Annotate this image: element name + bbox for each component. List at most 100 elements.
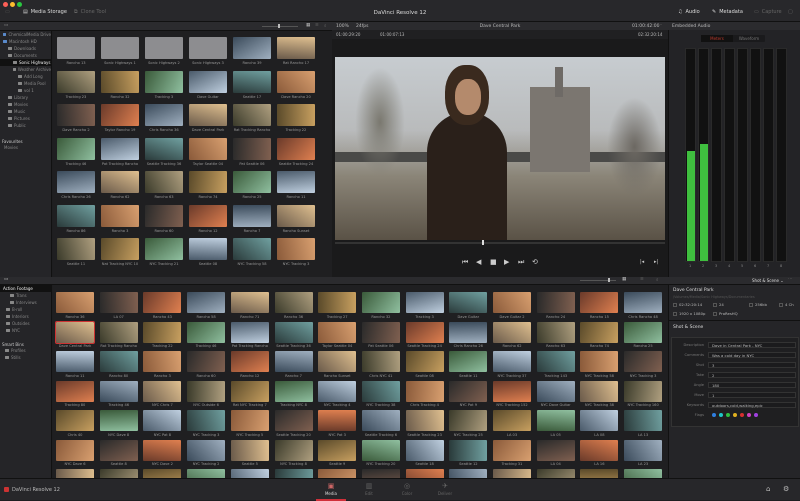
flag-color-button[interactable] <box>719 413 723 417</box>
storage-clip[interactable]: Sonic Highways 2 <box>145 37 183 67</box>
storage-clip[interactable]: Rancho 12 <box>189 204 227 235</box>
metadata-field-description[interactable]: Dave in Central Park - NYC <box>708 342 796 348</box>
flag-color-button[interactable] <box>740 413 744 417</box>
pool-clip[interactable]: NYC Pat 3 <box>318 410 357 439</box>
pool-slider-handle[interactable] <box>608 278 610 282</box>
pool-clip[interactable]: LA 10 <box>580 469 619 478</box>
pool-clip[interactable]: NYC Tracking 8 <box>274 439 313 469</box>
pool-clip[interactable]: NYC Dave 8 <box>99 410 138 439</box>
storage-tree-item[interactable]: Sonic Highways <box>0 59 51 66</box>
pool-clip[interactable]: NYC Tracking 4 <box>318 380 357 410</box>
pool-clip[interactable]: Chris Tracking 4 <box>405 380 444 410</box>
bin-list-toggle-icon[interactable]: ▭ <box>4 277 8 282</box>
pool-clip[interactable]: Rancho 3 <box>143 351 182 380</box>
pool-clip[interactable]: Rancho 24 <box>536 292 575 321</box>
pool-clip[interactable]: Seattle Tracking 24 <box>405 321 444 351</box>
pool-clip[interactable]: NYC Pat 8 <box>143 410 182 439</box>
storage-tree-item[interactable]: Downloads <box>0 45 51 52</box>
pool-clip[interactable]: LA 23 <box>624 439 663 469</box>
pool-clip[interactable]: Rancho 25 <box>624 321 663 351</box>
storage-tree-item[interactable]: vol 1 <box>0 87 51 94</box>
pool-clip[interactable]: NYC Tracking 14 <box>361 469 400 478</box>
pool-clip[interactable]: Seattle 3 <box>143 469 182 478</box>
pool-clip[interactable]: Rancho 80 <box>99 351 138 380</box>
tab-media[interactable]: ▣ Media <box>316 482 346 501</box>
storage-clip[interactable]: Dave Guitar <box>189 70 227 101</box>
metadata-field-keywords[interactable]: outdoors,cold,walking,epic <box>708 402 796 408</box>
storage-tree-item[interactable]: Documents <box>0 52 51 59</box>
pool-thumbnail-slider[interactable] <box>580 280 616 281</box>
metadata-field-comments[interactable]: Was a cold day in NYC <box>708 352 796 358</box>
close-window-button[interactable] <box>3 2 8 7</box>
pool-clip[interactable]: Rancho 15 <box>580 292 619 321</box>
flag-color-button[interactable] <box>726 413 730 417</box>
pool-clip[interactable]: Rancho 62 <box>493 321 531 351</box>
pool-grid-view-icon[interactable]: ▦ <box>622 277 626 282</box>
pool-clip[interactable]: Tracking 143 <box>536 351 575 380</box>
storage-clip[interactable]: Rancho 63 <box>145 171 183 201</box>
storage-tree-item[interactable]: Add Long <box>0 73 51 80</box>
pool-clip[interactable]: Pat Tracking Rancho <box>230 321 269 351</box>
pool-clip[interactable]: Seattle Tracking 6 <box>361 410 400 439</box>
slider-handle[interactable] <box>278 24 280 28</box>
flag-color-button[interactable] <box>747 413 751 417</box>
storage-clip[interactable]: Taylor Rancho 19 <box>101 104 139 134</box>
pool-clip[interactable]: NYC Tracking 20 <box>361 439 400 469</box>
storage-clip[interactable]: Tracking 22 <box>277 104 315 134</box>
audio-button[interactable]: ♫ Audio <box>678 9 700 15</box>
bin-item[interactable]: B-roll <box>0 306 51 313</box>
pool-clip[interactable]: NYC Tracking 15 <box>449 469 488 478</box>
pool-clip[interactable]: NYC Chris 7 <box>143 380 182 410</box>
pool-clip[interactable]: Seattle 9 <box>318 439 357 469</box>
in-point-icon[interactable]: |◂ <box>640 259 644 265</box>
storage-clip[interactable]: Seattle 11 <box>57 238 95 268</box>
home-icon[interactable]: ⌂ <box>766 485 770 493</box>
pool-clip[interactable]: LA 04 <box>536 439 575 469</box>
pool-clip[interactable]: NYC Tracking 38 <box>580 380 619 410</box>
bin-item[interactable]: Trans <box>0 292 51 299</box>
pool-clip[interactable]: Tracking 27 <box>318 292 357 321</box>
pool-clip[interactable]: Dave Central Park <box>55 320 95 351</box>
storage-tree-item[interactable]: Library <box>0 94 51 101</box>
storage-clip[interactable]: Dave Rancho 2 <box>57 104 95 134</box>
metadata-field-move[interactable]: 1 <box>708 392 796 398</box>
storage-clip[interactable]: NYC Tracking 3 <box>277 238 315 268</box>
search-icon[interactable]: ⌕ <box>324 23 327 29</box>
pool-clip[interactable]: LA 09 <box>536 469 575 478</box>
storage-clip[interactable]: Tracking 3 <box>145 70 183 101</box>
metadata-panel-select[interactable]: Shot & Scene ⌄ <box>752 278 784 283</box>
pool-clip[interactable]: LA 07 <box>99 292 138 321</box>
pool-clip[interactable]: Tracking 31 <box>493 439 531 469</box>
pool-clip[interactable]: Rat Tracking Rancho <box>99 321 138 351</box>
storage-clip[interactable]: Rancho Sunset <box>277 204 315 235</box>
pool-clip[interactable]: NYC Tracking 5 <box>230 410 269 439</box>
pool-clip[interactable]: Seattle Tracking 23 <box>405 410 444 439</box>
storage-clip[interactable]: Rancho 11 <box>277 171 315 201</box>
step-back-icon[interactable]: ◀ <box>476 258 481 266</box>
list-view-icon[interactable]: ≡ <box>315 23 319 28</box>
pool-clip[interactable]: LA 11 <box>624 469 663 478</box>
pool-clip[interactable]: LA 05 <box>536 410 575 439</box>
tab-waveform[interactable]: Waveform <box>733 35 765 42</box>
pool-clip[interactable]: NYC Tracking 3 <box>624 351 663 380</box>
bin-item[interactable]: Outsides <box>0 320 51 327</box>
storage-clip[interactable]: Seattle 17 <box>233 70 271 101</box>
storage-tree-item[interactable]: Media Pool <box>0 80 51 87</box>
pool-clip[interactable]: Rancho Sunset <box>318 351 357 380</box>
pool-clip[interactable]: NYC Pat 9 <box>449 380 488 410</box>
storage-clip[interactable]: Rancho 62 <box>101 171 139 201</box>
pool-clip[interactable]: Chris Rancho 48 <box>624 292 663 321</box>
stop-icon[interactable]: ■ <box>490 258 497 266</box>
pool-clip[interactable]: Dave Guitar <box>449 292 488 321</box>
storage-clip[interactable]: Seattle Tracking 24 <box>277 137 315 168</box>
storage-clip[interactable]: Rancho 3 <box>101 204 139 235</box>
storage-clip[interactable]: Pat Seattle 06 <box>233 137 271 168</box>
more-options-icon[interactable]: ⋯ <box>658 23 663 28</box>
tab-deliver[interactable]: ✈ Deliver <box>430 482 460 496</box>
pool-clip[interactable]: Tracking NYC 8 <box>274 380 313 410</box>
storage-clip[interactable]: Tracking 46 <box>57 137 95 168</box>
bin-root[interactable]: Action Footage <box>0 285 51 292</box>
storage-clip[interactable]: Sonic Highways 3 <box>189 37 227 67</box>
storage-clip[interactable]: Nat Tracking NYC 10 <box>101 238 139 268</box>
scrub-bar[interactable] <box>335 242 665 244</box>
